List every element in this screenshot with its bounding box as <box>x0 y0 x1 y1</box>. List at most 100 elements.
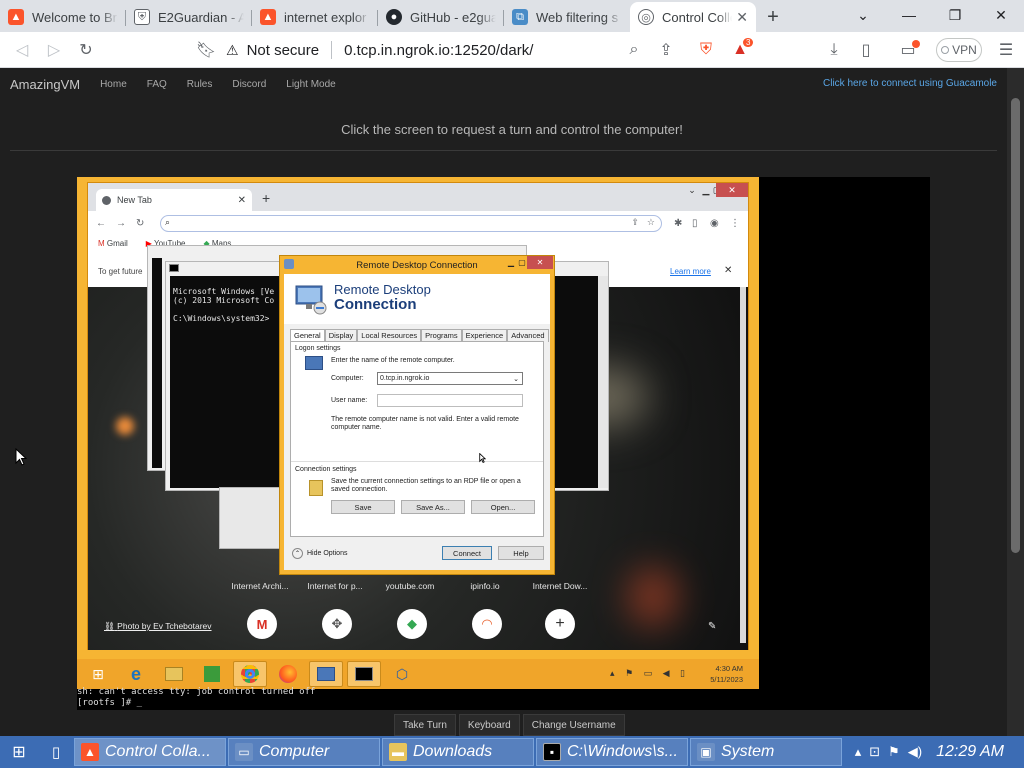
shortcut-youtube[interactable]: youtube.com <box>374 581 446 591</box>
vm-chrome-close-button[interactable]: ✕ <box>716 183 748 197</box>
gmail-shortcut-icon[interactable]: M <box>247 609 277 639</box>
help-button[interactable]: Help <box>498 546 544 560</box>
save-as-button[interactable]: Save As... <box>401 500 465 514</box>
vm-extensions-icon[interactable]: ✱ <box>674 218 682 229</box>
hide-options-label[interactable]: Hide Options <box>307 550 347 557</box>
vm-explorer-icon[interactable] <box>157 661 191 687</box>
tab-e2guardian[interactable]: ⛨ E2Guardian - Ar <box>126 2 252 32</box>
infobar-close-icon[interactable]: ✕ <box>724 265 732 276</box>
close-tab-icon[interactable]: ✕ <box>736 9 748 26</box>
vm-store-icon[interactable] <box>195 661 229 687</box>
guacamole-link[interactable]: Click here to connect using Guacamole <box>823 78 997 89</box>
restore-button[interactable]: ❐ <box>932 0 978 30</box>
new-tab-button[interactable]: + <box>756 2 790 32</box>
wallet-icon[interactable]: ▭ <box>892 34 924 66</box>
bookmark-gmail[interactable]: M Gmail <box>98 239 128 248</box>
shortcut-internet-archive[interactable]: Internet Archi... <box>224 581 296 591</box>
computer-combobox[interactable]: 0.tcp.in.ngrok.io ⌄ <box>377 372 523 385</box>
start-button[interactable]: ⊞ <box>0 736 38 768</box>
vm-sidepanel-icon[interactable]: ▯ <box>692 218 698 229</box>
scrollbar-thumb[interactable] <box>1011 98 1020 553</box>
nav-faq[interactable]: FAQ <box>147 79 167 90</box>
vm-forward-icon[interactable]: → <box>116 218 126 229</box>
vm-chrome-scrollbar[interactable] <box>740 287 746 643</box>
vm-firefox-icon[interactable] <box>271 661 305 687</box>
vm-close-tab-icon[interactable]: ✕ <box>238 195 246 206</box>
blank-window[interactable] <box>219 487 283 549</box>
vm-chrome-chevron-icon[interactable]: ⌄ <box>686 183 698 197</box>
tab-welcome-to-brave[interactable]: ▲ Welcome to Brave <box>0 2 126 32</box>
nav-discord[interactable]: Discord <box>232 79 266 90</box>
connect-button[interactable]: Connect <box>442 546 492 560</box>
shortcut-internet-for-people[interactable]: Internet for p... <box>299 581 371 591</box>
network-icon[interactable]: ⊡ <box>869 744 880 760</box>
bookmark-icon[interactable]: 🔖︎ <box>190 34 222 66</box>
keyboard-button[interactable]: Keyboard <box>458 714 520 736</box>
taskbar-item-cmd[interactable]: ▪ C:\Windows\s... <box>536 738 688 766</box>
vm-back-icon[interactable]: ← <box>96 218 106 229</box>
vm-menu-icon[interactable]: ⋮ <box>730 218 740 229</box>
forward-button[interactable]: ▷ <box>38 34 70 66</box>
vm-omnibox[interactable]: ⌕ ⇪ ☆ <box>160 215 662 232</box>
vm-share-icon[interactable]: ⇪ <box>631 217 639 228</box>
close-window-button[interactable]: ✕ <box>978 0 1024 30</box>
cmd-scrollbar[interactable] <box>598 276 608 488</box>
vm-new-tab-button[interactable]: + <box>262 190 270 206</box>
vm-chrome-icon[interactable] <box>233 661 267 687</box>
menu-icon[interactable]: ☰ <box>990 34 1022 66</box>
vm-reload-icon[interactable]: ↻ <box>136 218 144 229</box>
vm-screen[interactable]: New Tab ✕ + ⌄ ▁ ▢ ✕ ← → ↻ ✱ ▯ ◉ ⋮ ⌕ ⇪ <box>77 177 930 710</box>
show-desktop-page-icon[interactable]: ▯ <box>38 736 74 768</box>
vm-profile-icon[interactable]: ◉ <box>710 218 719 229</box>
photo-credit-link[interactable]: ⛓︎ Photo by Ev Tchebotarev <box>104 621 212 632</box>
move-shortcut-icon[interactable]: ✥ <box>322 609 352 639</box>
url-text[interactable]: 0.tcp.in.ngrok.io:12520/dark/ <box>344 42 533 59</box>
tab-web-filtering[interactable]: ⧉ Web filtering s <box>504 2 630 32</box>
vpn-button[interactable]: VPN <box>936 38 982 62</box>
download-icon[interactable]: ⤓ <box>818 34 850 66</box>
add-shortcut-icon[interactable]: + <box>545 609 575 639</box>
nav-rules[interactable]: Rules <box>187 79 213 90</box>
open-button[interactable]: Open... <box>471 500 535 514</box>
nav-light-mode[interactable]: Light Mode <box>286 79 335 90</box>
tray-overflow-icon[interactable]: ▴ <box>855 744 862 760</box>
vm-start-icon[interactable]: ⊞ <box>81 661 115 687</box>
taskbar-item-downloads[interactable]: ▬ Downloads <box>382 738 534 766</box>
save-button[interactable]: Save <box>331 500 395 514</box>
change-username-button[interactable]: Change Username <box>522 714 625 736</box>
volume-icon[interactable]: ◀) <box>908 744 922 760</box>
tab-control-collective[interactable]: ◎ Control Colle ✕ <box>630 2 756 32</box>
vm-rdc-icon[interactable] <box>309 661 343 687</box>
shortcut-ipinfo[interactable]: ipinfo.io <box>449 581 521 591</box>
tab-internet-explorer[interactable]: ▲ internet explor <box>252 2 378 32</box>
sidebar-icon[interactable]: ▯ <box>850 34 882 66</box>
rdc-close-button[interactable]: ✕ <box>527 256 553 269</box>
shortcut-internet-download[interactable]: Internet Dow... <box>524 581 596 591</box>
learn-more-link[interactable]: Learn more <box>670 267 711 276</box>
brave-shields-icon[interactable]: ⛨ <box>690 34 722 66</box>
vm-chrome-minimize-button[interactable]: ▁ <box>700 183 712 197</box>
taskbar-clock[interactable]: 12:29 AM <box>936 743 1004 761</box>
vm-cmd-icon[interactable] <box>347 661 381 687</box>
reload-button[interactable]: ↻ <box>70 34 102 66</box>
nav-home[interactable]: Home <box>100 79 127 90</box>
taskbar-item-brave[interactable]: ▲ Control Colla... <box>74 738 226 766</box>
back-button[interactable]: ◁ <box>6 34 38 66</box>
page-scrollbar[interactable] <box>1007 68 1024 736</box>
share-icon[interactable]: ⇪ <box>650 34 682 66</box>
taskbar-item-computer[interactable]: ▭ Computer <box>228 738 380 766</box>
username-field[interactable] <box>377 394 523 407</box>
customize-pencil-icon[interactable]: ✎ <box>708 621 716 632</box>
zoom-icon[interactable]: ⌕ <box>618 34 650 66</box>
site-brand[interactable]: AmazingVM <box>10 77 80 92</box>
take-turn-button[interactable]: Take Turn <box>394 714 456 736</box>
vm-star-icon[interactable]: ☆ <box>647 217 655 228</box>
vm-ie-icon[interactable]: e <box>119 661 153 687</box>
chevron-down-icon[interactable]: ⌄ <box>513 375 519 383</box>
remote-desktop-dialog[interactable]: Remote Desktop Connection ▁ ▢ ✕ Remote D… <box>279 255 555 575</box>
tab-github[interactable]: ● GitHub - e2guar <box>378 2 504 32</box>
minimize-button[interactable]: — <box>886 0 932 30</box>
vm-new-tab[interactable]: New Tab ✕ <box>96 189 252 211</box>
maps-shortcut-icon[interactable]: ◆ <box>397 609 427 639</box>
hide-options-icon[interactable]: ⌃ <box>292 548 303 559</box>
